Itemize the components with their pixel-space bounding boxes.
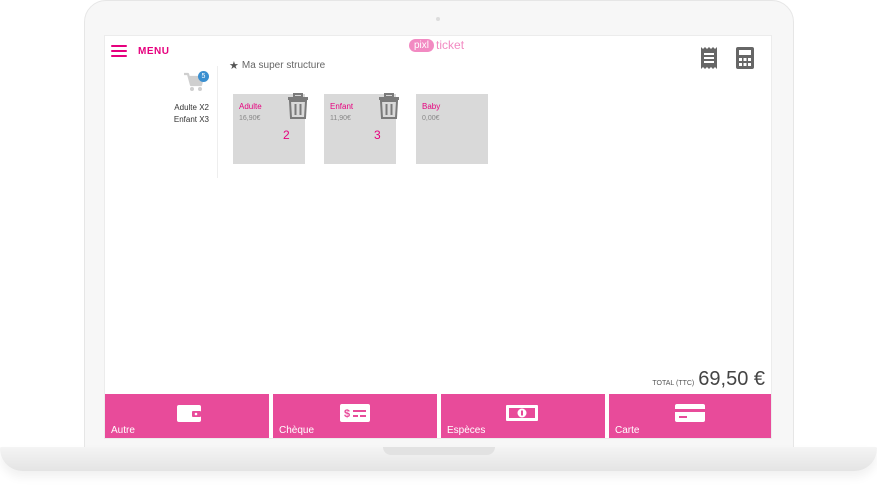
product-name: Baby <box>422 102 441 111</box>
trash-icon[interactable] <box>287 93 309 119</box>
star-icon: ★ <box>229 60 239 72</box>
payment-label: Espèces <box>447 425 486 436</box>
payment-button-carte[interactable]: Carte <box>609 394 771 438</box>
product-price: 16,90€ <box>239 115 261 122</box>
cash-icon <box>506 405 538 421</box>
total-value: 69,50 € <box>698 368 765 390</box>
app-logo: pixl ticket <box>409 37 464 53</box>
logo-pill: pixl <box>409 38 435 52</box>
laptop-camera <box>436 17 440 21</box>
calculator-icon[interactable] <box>735 46 755 70</box>
cheque-icon: $ <box>340 404 370 422</box>
payment-button-cheque[interactable]: $ Chèque <box>273 394 437 438</box>
product-quantity: 2 <box>283 128 290 142</box>
product-price: 11,90€ <box>330 115 351 122</box>
product-tile-enfant[interactable]: Enfant 11,90€ 3 <box>324 93 399 164</box>
svg-text:$: $ <box>344 408 350 420</box>
structure-name: ★ Ma super structure <box>229 59 325 72</box>
cart-panel: 5 Adulte X2 Enfant X3 <box>105 66 218 178</box>
menu-label: MENU <box>138 45 170 57</box>
logo-text: ticket <box>436 38 465 52</box>
payment-button-especes[interactable]: Espèces <box>441 394 605 438</box>
menu-button[interactable]: MENU <box>111 43 169 59</box>
product-tile-adulte[interactable]: Adulte 16,90€ 2 <box>233 93 308 164</box>
trash-icon[interactable] <box>378 93 400 119</box>
credit-card-icon <box>675 404 705 422</box>
payment-bar: Autre $ Chèque Espèces Carte <box>105 394 771 438</box>
cart-count-badge: 5 <box>198 71 209 82</box>
total-display: TOTAL (TTC) 69,50 € <box>652 368 765 391</box>
cart-line-adulte: Adulte X2 <box>174 103 209 112</box>
structure-label: Ma super structure <box>241 60 326 71</box>
product-name: Enfant <box>330 102 354 111</box>
cart-line-enfant: Enfant X3 <box>173 115 209 124</box>
payment-label: Autre <box>111 425 135 436</box>
hamburger-icon <box>111 45 127 57</box>
product-name: Adulte <box>239 102 262 111</box>
payment-button-autre[interactable]: Autre <box>105 394 269 438</box>
cart-lines: Adulte X2 Enfant X3 <box>174 102 209 126</box>
wallet-icon <box>177 405 201 422</box>
total-label: TOTAL (TTC) <box>652 380 695 387</box>
product-price: 0,00€ <box>422 115 440 122</box>
product-quantity: 3 <box>374 128 381 142</box>
payment-label: Chèque <box>279 425 315 436</box>
receipt-icon[interactable] <box>699 46 719 70</box>
pos-screen: MENU pixl ticket ★ Ma super structure 5 … <box>104 35 772 439</box>
product-tile-baby[interactable]: Baby 0,00€ <box>416 94 488 164</box>
laptop-notch <box>383 447 495 455</box>
payment-label: Carte <box>615 425 640 436</box>
